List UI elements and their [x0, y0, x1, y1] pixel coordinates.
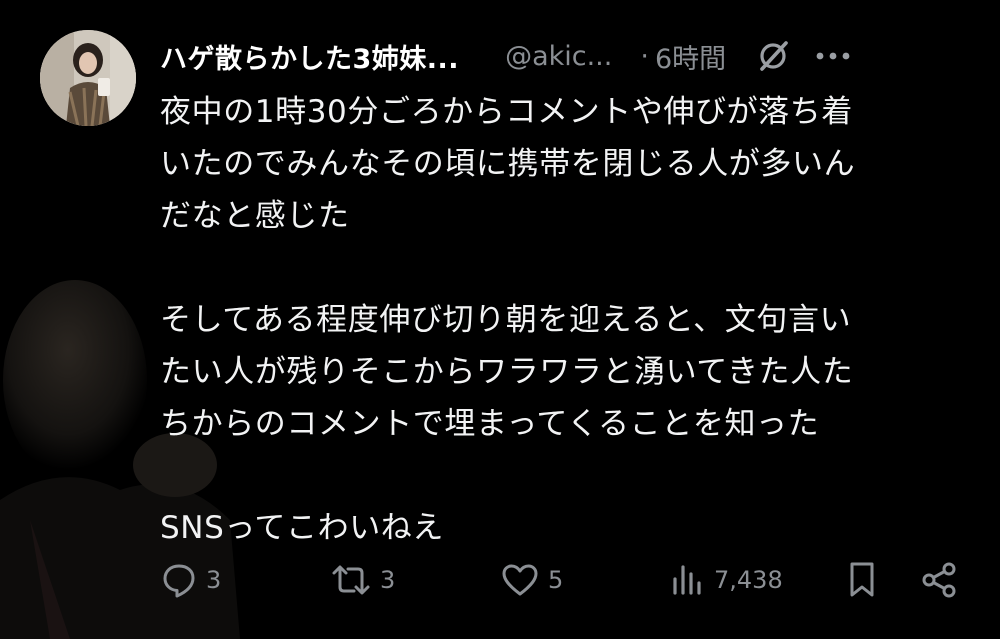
views-count: 7,438 — [714, 566, 783, 594]
reply-button[interactable]: 3 — [160, 555, 221, 605]
tweet-text-line: いたのでみんなその頃に携帯を閉じる人が多いん — [160, 146, 856, 182]
views-bar-chart-icon — [673, 565, 701, 595]
share-button[interactable] — [920, 555, 958, 605]
tweet-card[interactable]: ハゲ散らかした3姉妹... @akic... · 6時間 夜中の1時30分ごろか… — [0, 0, 1000, 639]
action-bar: 3 3 5 7,438 — [160, 555, 960, 605]
tweet-text-line: だなと感じた — [160, 198, 350, 234]
views-button[interactable]: 7,438 — [670, 555, 783, 605]
retweet-icon — [332, 565, 370, 595]
reply-count: 3 — [206, 566, 222, 594]
reply-icon — [163, 564, 195, 598]
tweet-text-line: ちからのコメントで埋まってくることを知った — [160, 406, 820, 442]
user-handle[interactable]: @akic... — [505, 41, 612, 72]
like-button[interactable]: 5 — [500, 555, 563, 605]
tweet-text: 夜中の1時30分ごろからコメントや伸びが落ち着 いたのでみんなその頃に携帯を閉じ… — [160, 86, 960, 554]
heart-icon — [502, 564, 538, 596]
separator-dot: · — [640, 40, 649, 72]
display-name[interactable]: ハゲ散らかした3姉妹... — [160, 37, 459, 76]
share-icon — [922, 562, 956, 598]
tweet-header: ハゲ散らかした3姉妹... @akic... · 6時間 — [160, 30, 970, 82]
grok-slash-icon[interactable] — [754, 37, 792, 75]
tweet-text-line: そしてある程度伸び切り朝を迎えると、文句言い — [160, 302, 852, 338]
more-horizontal-icon[interactable] — [814, 37, 852, 75]
tweet-text-line: たい人が残りそこからワラワラと湧いてきた人た — [160, 354, 854, 390]
tweet-text-line: SNSってこわいねえ — [160, 510, 444, 546]
retweet-count: 3 — [380, 566, 396, 594]
retweet-button[interactable]: 3 — [330, 555, 395, 605]
post-time[interactable]: 6時間 — [655, 37, 726, 76]
avatar-image — [40, 30, 136, 126]
like-count: 5 — [548, 566, 564, 594]
bookmark-button[interactable] — [846, 555, 878, 605]
bookmark-icon — [850, 562, 874, 597]
tweet-text-line: 夜中の1時30分ごろからコメントや伸びが落ち着 — [160, 94, 853, 130]
avatar[interactable] — [40, 30, 136, 126]
